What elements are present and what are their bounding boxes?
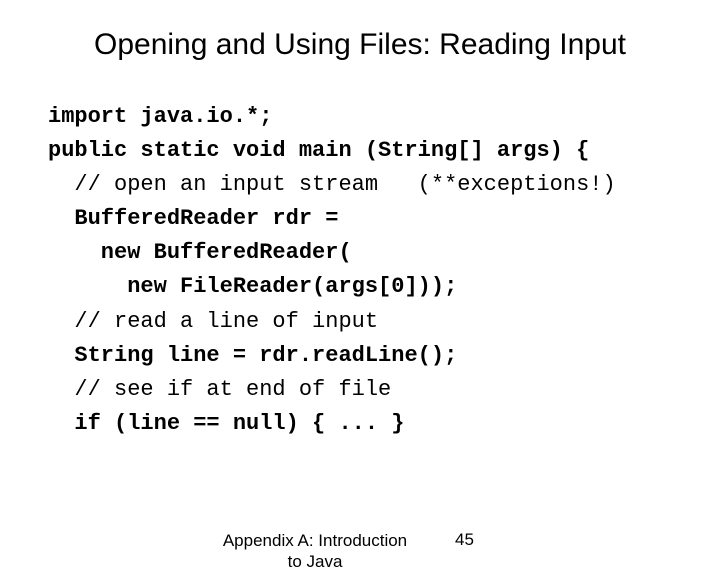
code-line: String line = rdr.readLine();: [48, 343, 457, 368]
code-line: BufferedReader rdr =: [48, 206, 338, 231]
code-line: new FileReader(args[0]));: [48, 274, 457, 299]
code-line: public static void main (String[] args) …: [48, 138, 589, 163]
code-comment: // see if at end of file: [48, 377, 391, 402]
code-comment: // read a line of input: [48, 309, 378, 334]
page-number: 45: [455, 530, 474, 550]
slide: Opening and Using Files: Reading Input i…: [0, 0, 720, 540]
code-line: import java.io.*;: [48, 104, 272, 129]
code-line: new BufferedReader(: [48, 240, 352, 265]
code-block: import java.io.*; public static void mai…: [48, 100, 672, 441]
slide-title: Opening and Using Files: Reading Input: [48, 28, 672, 62]
footer-text: Appendix A: Introduction to Java: [215, 530, 415, 573]
code-comment: // open an input stream (**exceptions!): [48, 172, 616, 197]
code-line: if (line == null) { ... }: [48, 411, 404, 436]
